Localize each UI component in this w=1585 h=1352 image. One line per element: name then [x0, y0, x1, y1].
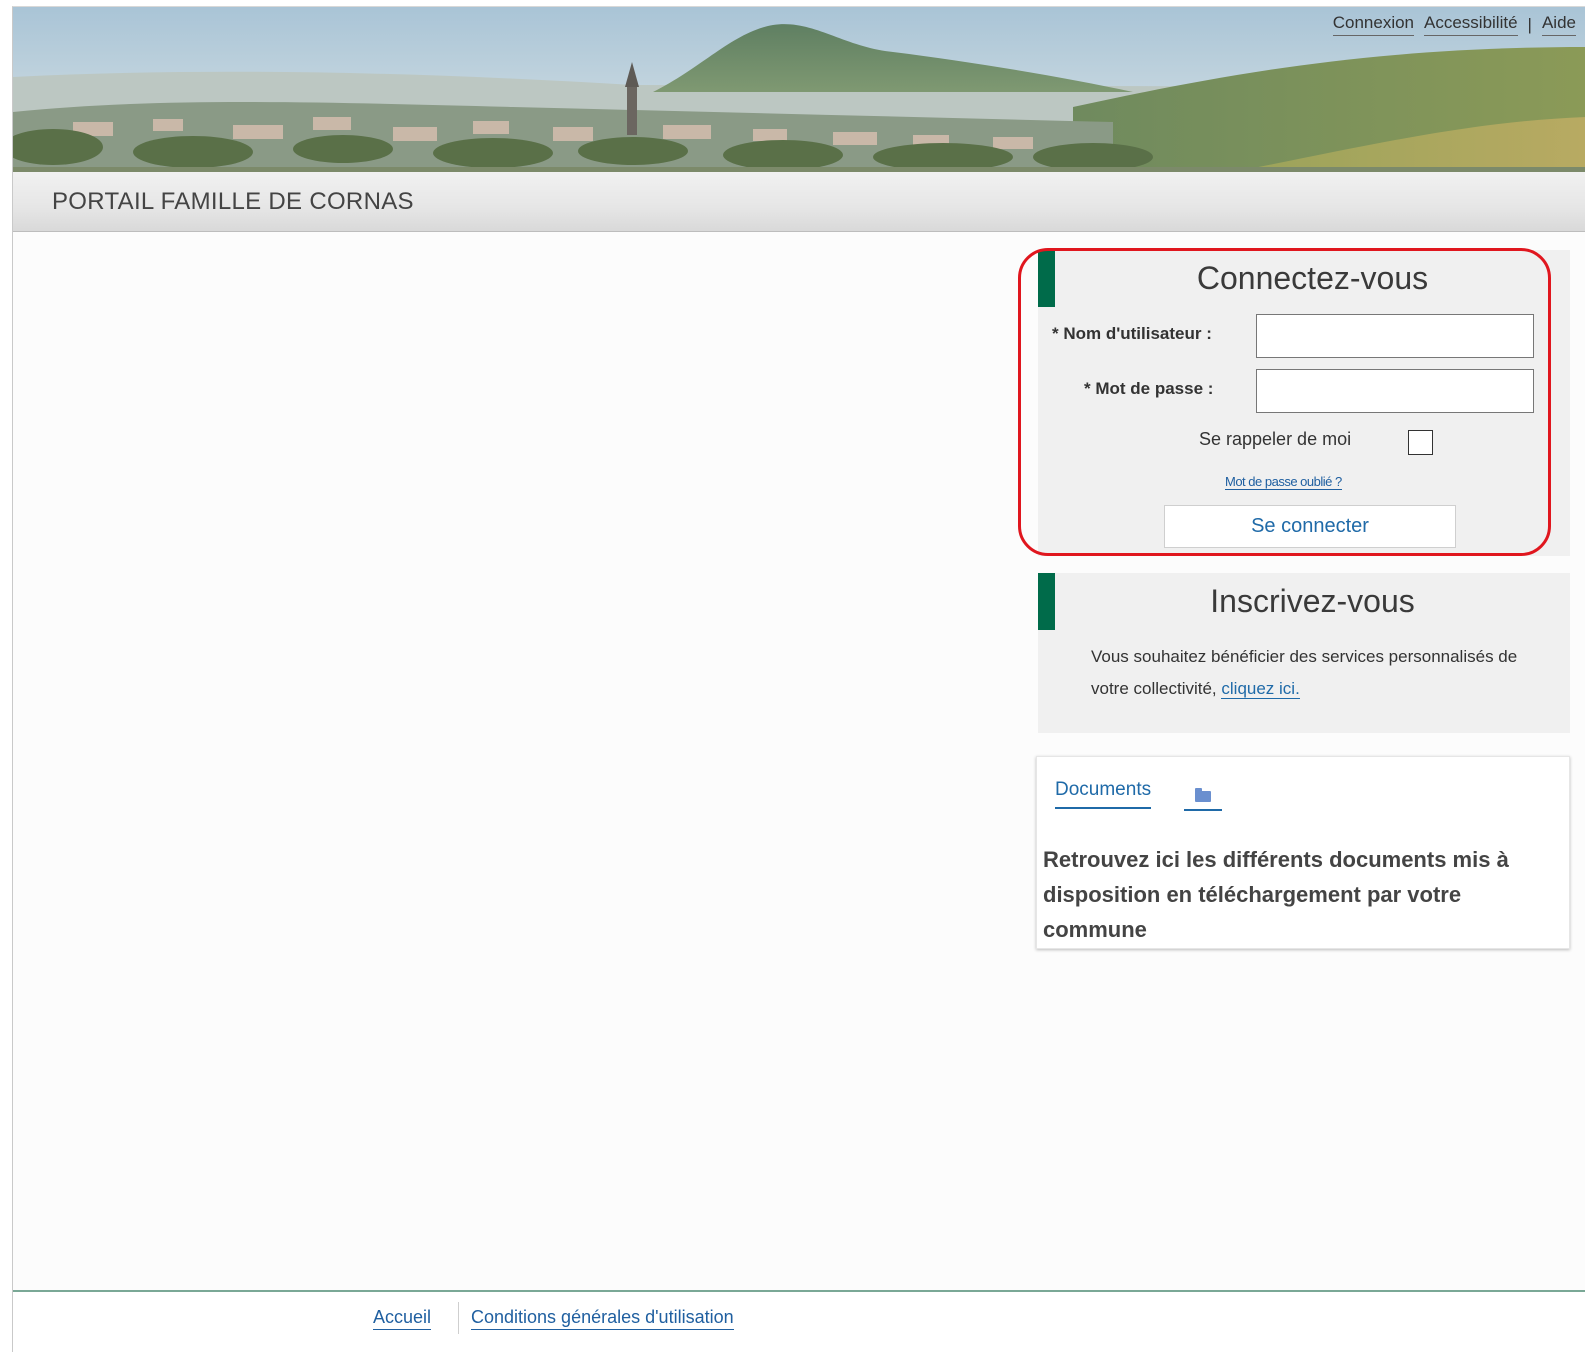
documents-panel: Documents Retrouvez ici les différents d… [1036, 756, 1570, 949]
header-banner: Connexion Accessibilité | Aide [13, 7, 1585, 172]
footer: Accueil Conditions générales d'utilisati… [13, 1292, 1585, 1352]
signup-link[interactable]: cliquez ici. [1221, 679, 1300, 699]
login-panel: Connectez-vous * Nom d'utilisateur : * M… [1038, 250, 1570, 556]
password-input[interactable] [1256, 369, 1534, 413]
login-accent-bar [1038, 250, 1055, 307]
username-input[interactable] [1256, 314, 1534, 358]
signup-message-text: Vous souhaitez bénéficier des services p… [1091, 647, 1518, 698]
top-navigation: Connexion Accessibilité | Aide [1332, 13, 1576, 36]
title-bar: PORTAIL FAMILLE DE CORNAS [13, 172, 1585, 232]
footer-terms-link[interactable]: Conditions générales d'utilisation [471, 1307, 734, 1330]
signup-message: Vous souhaitez bénéficier des services p… [1091, 641, 1551, 705]
password-label: * Mot de passe : [1084, 379, 1214, 398]
login-heading: Connectez-vous [1196, 260, 1429, 296]
signup-accent-bar [1038, 573, 1055, 630]
footer-separator [458, 1302, 459, 1334]
site-title: PORTAIL FAMILLE DE CORNAS [52, 188, 414, 215]
help-link[interactable]: Aide [1541, 13, 1576, 36]
nav-separator: | [1527, 14, 1532, 34]
documents-description: Retrouvez ici les différents documents m… [1043, 847, 1509, 942]
forgot-password-link[interactable]: Mot de passe oublié ? [1225, 474, 1342, 490]
username-label: * Nom d'utilisateur : [1052, 324, 1212, 343]
page-frame: Connexion Accessibilité | Aide PORTAIL F… [12, 6, 1585, 1352]
remember-me-checkbox[interactable] [1408, 430, 1433, 455]
login-submit-button[interactable]: Se connecter [1164, 505, 1456, 548]
footer-home-link[interactable]: Accueil [373, 1307, 432, 1330]
accessibility-link[interactable]: Accessibilité [1424, 13, 1518, 36]
signup-heading: Inscrivez-vous [1210, 583, 1415, 619]
login-link[interactable]: Connexion [1332, 13, 1414, 36]
folder-icon[interactable] [1184, 785, 1222, 811]
remember-me-label: Se rappeler de moi [1199, 429, 1352, 449]
signup-panel: Inscrivez-vous Vous souhaitez bénéficier… [1038, 573, 1570, 733]
documents-tab[interactable]: Documents [1055, 779, 1152, 809]
